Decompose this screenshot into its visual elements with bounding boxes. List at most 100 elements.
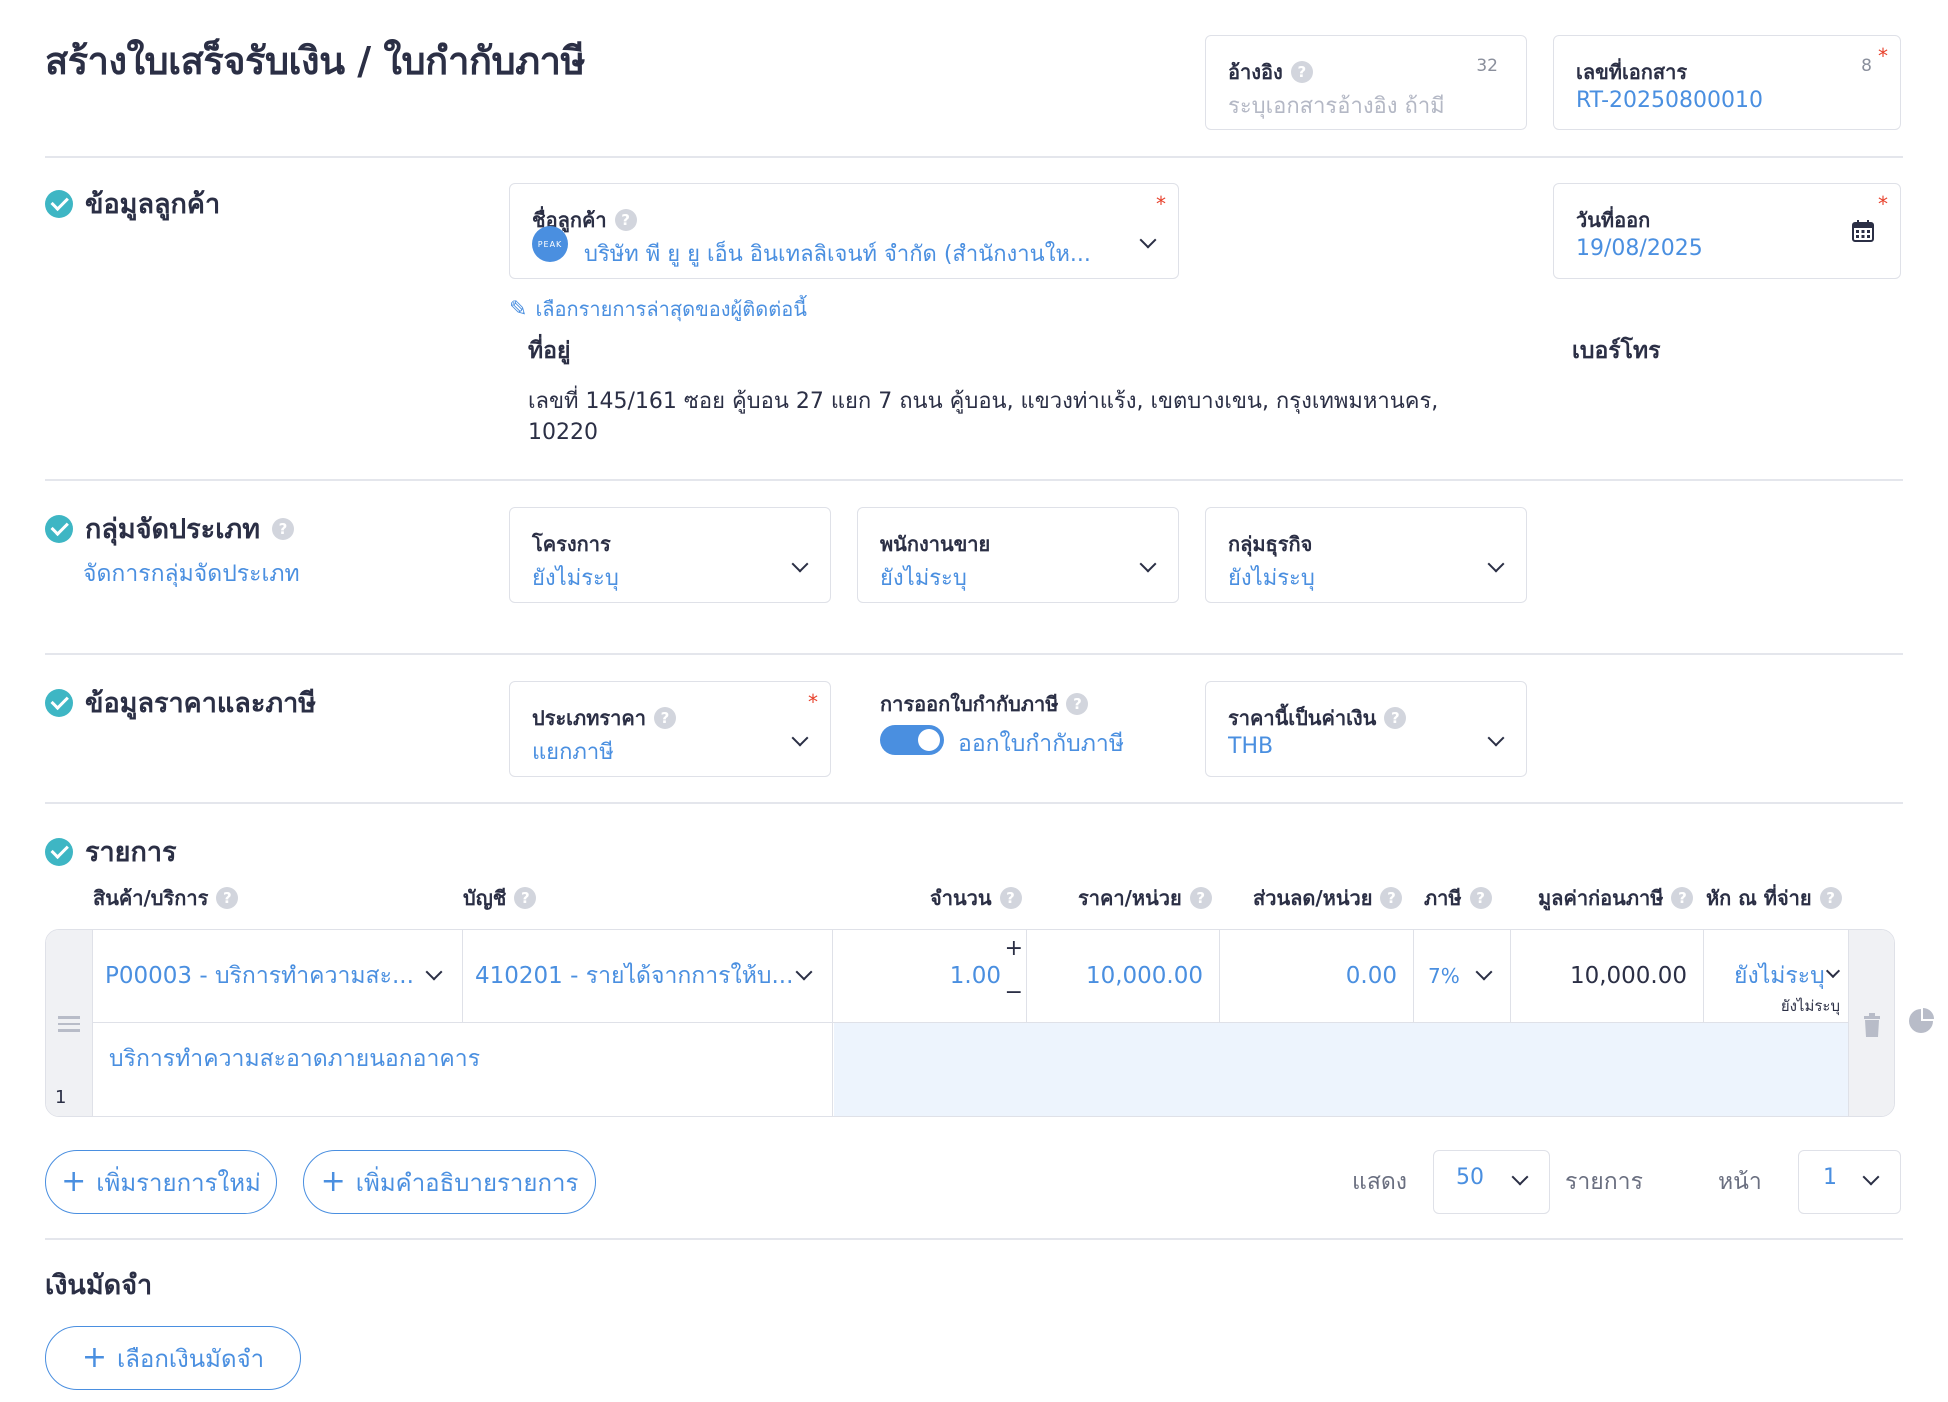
reference-label: อ้างอิง <box>1228 60 1283 84</box>
calendar-icon[interactable] <box>1852 220 1874 242</box>
help-icon[interactable]: ? <box>999 887 1022 909</box>
page-size-value: 50 <box>1456 1165 1484 1190</box>
add-description-button[interactable]: + เพิ่มคำอธิบายรายการ <box>303 1150 596 1214</box>
chevron-down-icon <box>1487 555 1505 573</box>
chevron-down-icon <box>1825 963 1841 979</box>
reference-field[interactable]: อ้างอิง? 32 ระบุเอกสารอ้างอิง ถ้ามี <box>1205 35 1527 130</box>
chevron-down-icon <box>1139 231 1157 249</box>
withholding-select[interactable]: ยังไม่ระบุ ยังไม่ระบุ <box>1704 930 1848 1023</box>
drag-handle-icon[interactable] <box>58 1016 80 1032</box>
col-header-product-label: สินค้า/บริการ <box>93 886 209 910</box>
discount-value: 0.00 <box>1345 963 1397 989</box>
select-deposit-button[interactable]: + เลือกเงินมัดจำ <box>45 1326 301 1390</box>
business-group-value: ยังไม่ระบุ <box>1228 566 1315 591</box>
required-marker: * <box>1156 192 1166 216</box>
trash-icon[interactable] <box>1862 1013 1882 1037</box>
help-icon[interactable]: ? <box>1469 887 1492 909</box>
col-header-tax: ภาษี? <box>1424 882 1492 914</box>
customer-section-header: ข้อมูลลูกค้า <box>45 182 220 225</box>
salesperson-select[interactable]: พนักงานขาย ยังไม่ระบุ <box>857 507 1179 603</box>
classification-title: กลุ่มจัดประเภท <box>85 514 261 545</box>
customer-avatar: PEAK <box>532 226 568 262</box>
required-marker: * <box>808 690 818 714</box>
reference-input[interactable]: ระบุเอกสารอ้างอิง ถ้ามี <box>1228 88 1508 123</box>
issue-date-field[interactable]: วันที่ออก * 19/08/2025 <box>1553 183 1901 279</box>
help-icon[interactable]: ? <box>1384 707 1407 729</box>
help-icon[interactable]: ? <box>1819 887 1842 909</box>
pie-chart-icon[interactable] <box>1908 1008 1934 1034</box>
required-marker: * <box>1878 44 1888 68</box>
chevron-down-icon <box>791 555 809 573</box>
issue-date-input[interactable]: 19/08/2025 <box>1576 236 1703 261</box>
discount-input[interactable]: 0.00 <box>1220 930 1414 1023</box>
address-line-2: 10220 <box>528 420 598 445</box>
doc-number-field[interactable]: เลขที่เอกสาร 8 * RT-20250800010 <box>1553 35 1901 130</box>
salesperson-value: ยังไม่ระบุ <box>880 566 967 591</box>
col-header-pre-tax: มูลค่าก่อนภาษี? <box>1538 882 1694 914</box>
chevron-down-icon <box>791 729 809 747</box>
col-header-discount: ส่วนลด/หน่วย? <box>1253 882 1403 914</box>
col-header-discount-label: ส่วนลด/หน่วย <box>1253 886 1373 910</box>
page-number-select[interactable]: 1 <box>1798 1150 1901 1214</box>
help-icon[interactable]: ? <box>1290 61 1313 83</box>
help-icon[interactable]: ? <box>1189 887 1212 909</box>
tax-invoice-label-row: การออกใบกำกับภาษี? <box>880 688 1089 720</box>
salesperson-label: พนักงานขาย <box>880 532 991 556</box>
col-header-qty-label: จำนวน <box>930 886 992 910</box>
customer-section-title: ข้อมูลลูกค้า <box>85 189 221 220</box>
divider <box>45 156 1903 158</box>
unit-price-input[interactable]: 10,000.00 <box>1027 930 1220 1023</box>
tax-invoice-toggle-label: ออกใบกำกับภาษี <box>958 731 1124 757</box>
unit-price-value: 10,000.00 <box>1085 963 1203 989</box>
price-type-select[interactable]: ประเภทราคา? * แยกภาษี <box>509 681 831 777</box>
divider <box>45 479 1903 481</box>
check-circle-icon <box>45 837 73 866</box>
check-circle-icon <box>45 189 73 218</box>
help-icon[interactable]: ? <box>1066 693 1089 715</box>
plus-icon: + <box>81 1340 107 1375</box>
add-item-label: เพิ่มรายการใหม่ <box>96 1168 261 1197</box>
customer-select[interactable]: ชื่อลูกค้า? * PEAK บริษัท พี ยู ยู เอ็น … <box>509 183 1179 279</box>
divider <box>45 653 1903 655</box>
description-highlight-area <box>834 1023 1848 1116</box>
qty-input[interactable]: 1.00 + − <box>833 930 1027 1023</box>
help-icon[interactable]: ? <box>514 887 537 909</box>
recent-items-link[interactable]: ✎ เลือกรายการล่าสุดของผู้ติดต่อนี้ <box>509 293 807 325</box>
manage-groups-link[interactable]: จัดการกลุ่มจัดประเภท <box>83 556 300 592</box>
help-icon[interactable]: ? <box>653 707 676 729</box>
product-select[interactable]: P00003 - บริการทำความสะ... <box>93 930 463 1023</box>
increment-icon[interactable]: + <box>1005 936 1023 961</box>
tax-invoice-toggle[interactable] <box>880 725 944 755</box>
business-group-label: กลุ่มธุรกิจ <box>1228 532 1313 556</box>
recent-items-label: เลือกรายการล่าสุดของผู้ติดต่อนี้ <box>535 297 807 321</box>
price-type-value: แยกภาษี <box>532 740 614 765</box>
project-select[interactable]: โครงการ ยังไม่ระบุ <box>509 507 831 603</box>
decrement-icon[interactable]: − <box>1005 980 1023 1005</box>
page-number-value: 1 <box>1823 1165 1837 1190</box>
currency-value: THB <box>1228 734 1274 759</box>
price-type-label: ประเภทราคา <box>532 706 646 730</box>
plus-icon: + <box>320 1164 346 1199</box>
page-size-select[interactable]: 50 <box>1433 1150 1550 1214</box>
select-deposit-label: เลือกเงินมัดจำ <box>117 1344 265 1373</box>
withholding-subtext: ยังไม่ระบุ <box>1780 997 1840 1015</box>
item-description: บริการทำความสะอาดภายนอกอาคาร <box>109 1046 481 1072</box>
help-icon[interactable]: ? <box>1671 887 1694 909</box>
classification-section-header: กลุ่มจัดประเภท ? <box>45 507 295 550</box>
business-group-select[interactable]: กลุ่มธุรกิจ ยังไม่ระบุ <box>1205 507 1527 603</box>
tax-select[interactable]: 7% <box>1414 930 1511 1023</box>
item-description-input[interactable]: บริการทำความสะอาดภายนอกอาคาร <box>93 1023 833 1116</box>
currency-select[interactable]: ราคานี้เป็นค่าเงิน? THB <box>1205 681 1527 777</box>
help-icon[interactable]: ? <box>1380 887 1403 909</box>
doc-number-input[interactable]: RT-20250800010 <box>1576 88 1763 113</box>
col-header-qty: จำนวน? <box>930 882 1022 914</box>
add-item-button[interactable]: + เพิ่มรายการใหม่ <box>45 1150 277 1214</box>
help-icon[interactable]: ? <box>272 517 295 540</box>
page-label: หน้า <box>1718 1169 1762 1195</box>
chevron-down-icon <box>1862 1168 1880 1186</box>
account-select[interactable]: 410201 - รายได้จากการให้บ... <box>463 930 833 1023</box>
help-icon[interactable]: ? <box>216 887 239 909</box>
show-label: แสดง <box>1352 1169 1408 1195</box>
help-icon[interactable]: ? <box>614 209 637 231</box>
chevron-down-icon <box>1139 555 1157 573</box>
